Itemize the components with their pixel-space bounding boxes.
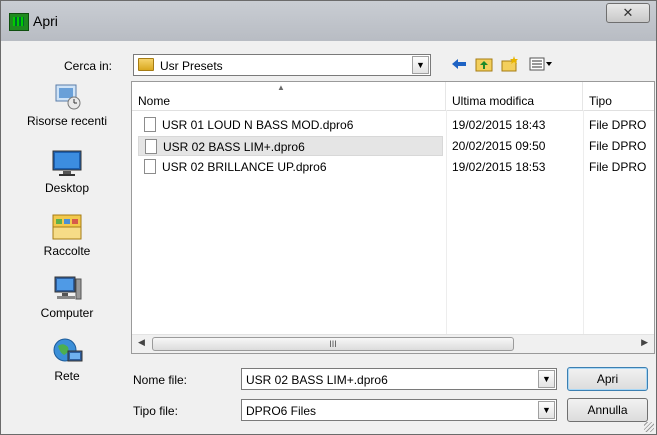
- up-folder-icon[interactable]: [475, 56, 493, 74]
- file-name: USR 02 BASS LIM+.dpro6: [163, 140, 305, 154]
- file-modified: 19/02/2015 18:43: [452, 118, 546, 132]
- file-name: USR 01 LOUD N BASS MOD.dpro6: [162, 118, 354, 132]
- close-button[interactable]: ✕: [606, 3, 650, 23]
- filename-input[interactable]: USR 02 BASS LIM+.dpro6 ▼: [241, 368, 557, 390]
- file-modified: 20/02/2015 09:50: [452, 139, 546, 153]
- place-recent-label: Risorse recenti: [26, 114, 108, 128]
- scroll-left-icon[interactable]: ◀: [138, 337, 145, 348]
- place-computer-label: Computer: [40, 306, 94, 320]
- filetype-value: DPRO6 Files: [246, 404, 317, 418]
- file-list[interactable]: ▲ Nome Ultima modifica Tipo USR 01 LOUD …: [131, 81, 655, 354]
- document-icon: [144, 159, 156, 174]
- open-dialog: Apri ✕ Cerca in: Usr Presets ▼ Risorse r…: [0, 0, 657, 435]
- place-recent[interactable]: Risorse recenti: [8, 81, 126, 128]
- file-type: File DPRO: [589, 160, 647, 174]
- document-icon: [144, 117, 156, 132]
- libraries-icon: [50, 211, 84, 241]
- list-header: ▲ Nome Ultima modifica Tipo: [132, 82, 654, 111]
- lookin-dropdown[interactable]: Usr Presets ▼: [133, 54, 431, 76]
- new-folder-icon[interactable]: [501, 56, 519, 74]
- list-item[interactable]: USR 02 BASS LIM+.dpro6 20/02/2015 09:50 …: [134, 136, 654, 156]
- place-desktop-label: Desktop: [44, 181, 90, 195]
- views-menu-icon[interactable]: [529, 56, 553, 74]
- place-computer[interactable]: Computer: [8, 273, 126, 320]
- window-title: Apri: [33, 13, 58, 29]
- file-name-cell: USR 01 LOUD N BASS MOD.dpro6: [138, 115, 443, 135]
- folder-icon: [138, 58, 154, 71]
- places-bar: Risorse recenti Desktop Raccolte Compute…: [8, 81, 126, 411]
- lookin-label: Cerca in:: [64, 59, 113, 73]
- app-icon: [9, 13, 29, 31]
- recent-places-icon: [50, 81, 84, 111]
- network-icon: [50, 336, 84, 366]
- back-arrow-icon[interactable]: [451, 56, 467, 74]
- file-modified: 19/02/2015 18:53: [452, 160, 546, 174]
- scrollbar-thumb[interactable]: III: [152, 337, 514, 351]
- computer-icon: [50, 273, 84, 303]
- filetype-select[interactable]: DPRO6 Files ▼: [241, 399, 557, 421]
- list-item[interactable]: USR 01 LOUD N BASS MOD.dpro6 19/02/2015 …: [134, 115, 654, 135]
- open-button[interactable]: Apri: [567, 367, 648, 391]
- chevron-down-icon[interactable]: ▼: [538, 370, 555, 388]
- place-libraries[interactable]: Raccolte: [8, 211, 126, 258]
- file-type: File DPRO: [589, 139, 647, 153]
- document-icon: [145, 139, 157, 154]
- place-network-label: Rete: [54, 369, 80, 383]
- filetype-label: Tipo file:: [133, 404, 178, 418]
- filename-value: USR 02 BASS LIM+.dpro6: [246, 373, 388, 387]
- column-modified[interactable]: Ultima modifica: [446, 82, 583, 110]
- file-name-cell: USR 02 BRILLANCE UP.dpro6: [138, 157, 443, 177]
- chevron-down-icon[interactable]: ▼: [538, 401, 555, 419]
- filename-label: Nome file:: [133, 373, 188, 387]
- column-type[interactable]: Tipo: [583, 82, 654, 110]
- desktop-icon: [50, 148, 84, 178]
- list-item[interactable]: USR 02 BRILLANCE UP.dpro6 19/02/2015 18:…: [134, 157, 654, 177]
- title-bar[interactable]: Apri ✕: [1, 1, 656, 41]
- lookin-value: Usr Presets: [160, 59, 223, 73]
- file-type: File DPRO: [589, 118, 647, 132]
- place-desktop[interactable]: Desktop: [8, 148, 126, 195]
- horizontal-scrollbar[interactable]: ◀ III ▶: [132, 334, 654, 353]
- place-network[interactable]: Rete: [8, 336, 126, 383]
- resize-grip-icon[interactable]: [644, 422, 654, 432]
- place-libraries-label: Raccolte: [43, 244, 91, 258]
- file-name-cell: USR 02 BASS LIM+.dpro6: [138, 136, 443, 156]
- column-name[interactable]: Nome: [132, 82, 446, 110]
- file-name: USR 02 BRILLANCE UP.dpro6: [162, 160, 327, 174]
- scroll-right-icon[interactable]: ▶: [641, 337, 648, 348]
- chevron-down-icon[interactable]: ▼: [412, 56, 429, 74]
- cancel-button[interactable]: Annulla: [567, 398, 648, 422]
